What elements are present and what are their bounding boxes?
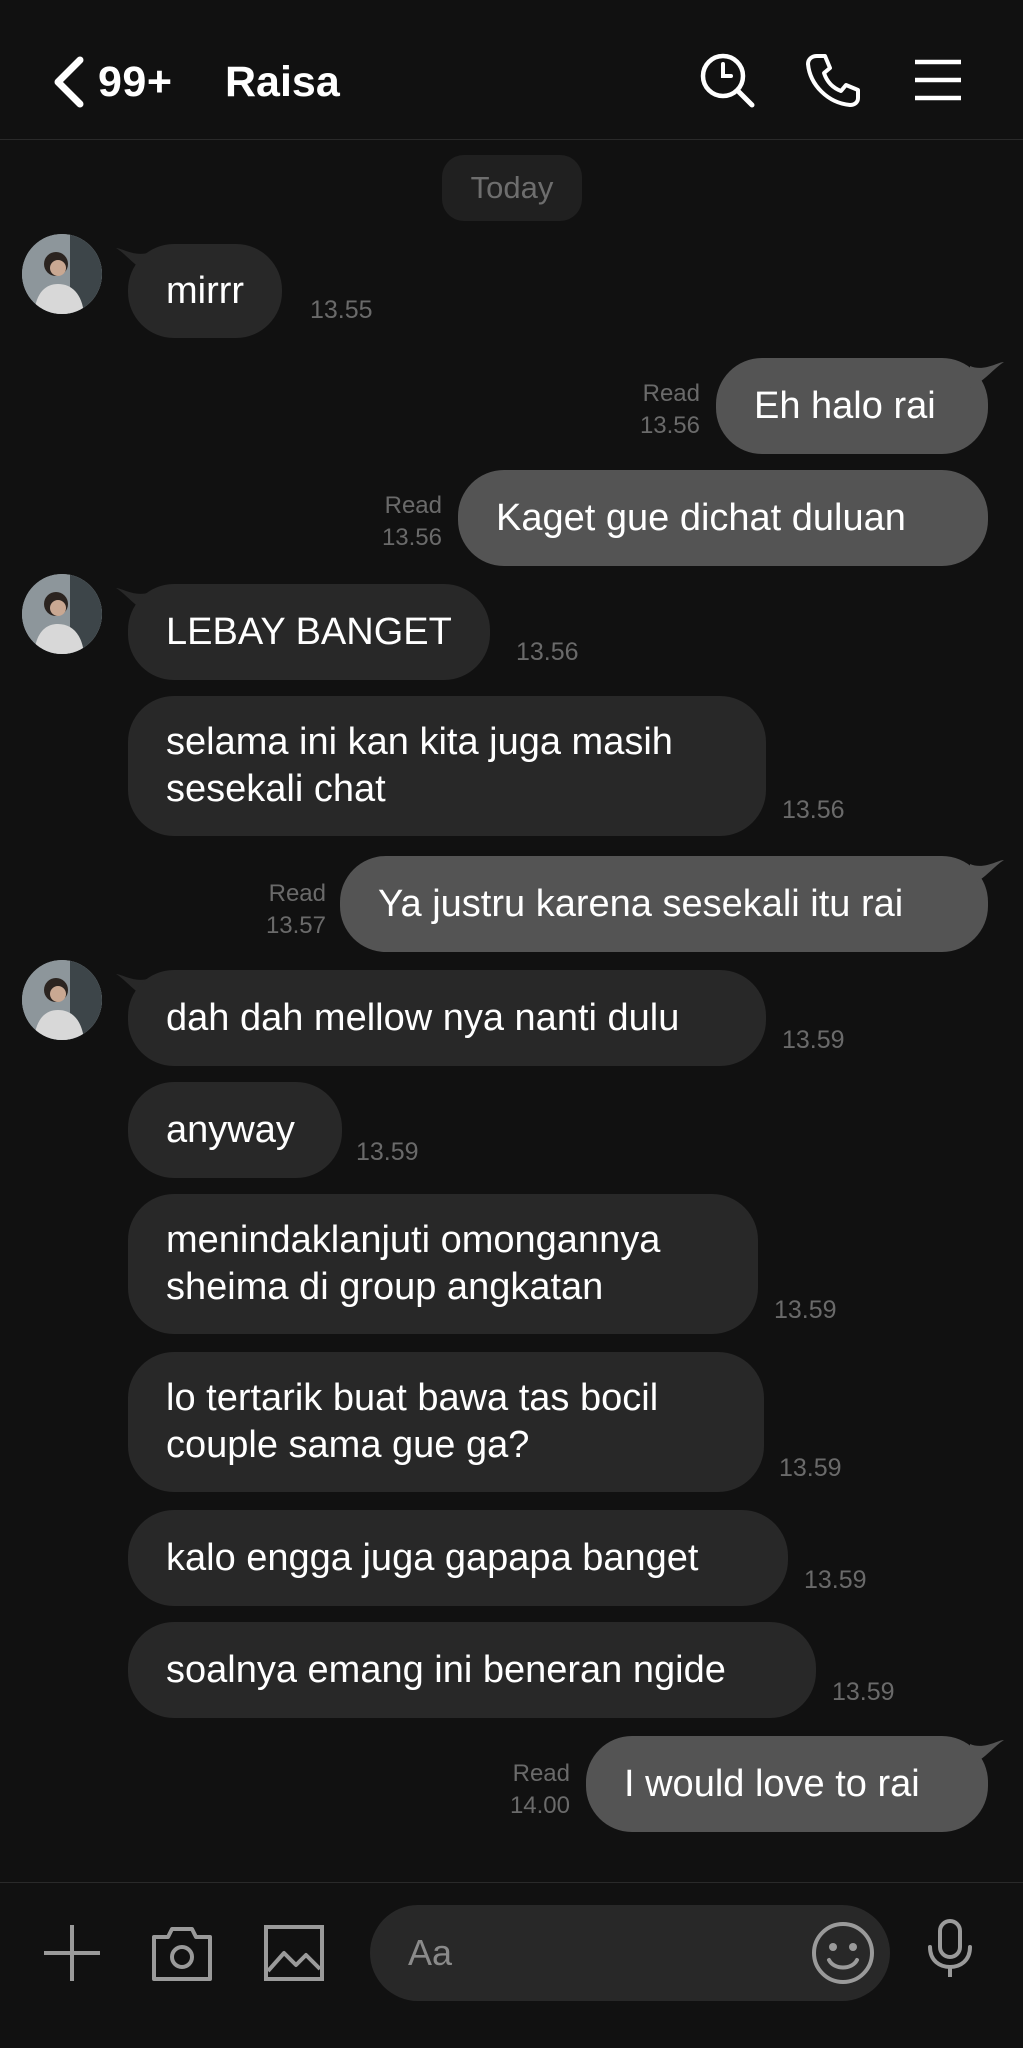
camera-button[interactable]	[150, 1921, 214, 1985]
avatar-image	[22, 960, 102, 1040]
date-separator: Today	[442, 155, 582, 221]
microphone-icon	[928, 1919, 972, 1977]
message-text: Ya justru karena sesekali itu rai	[378, 882, 904, 925]
message-time: 13.57	[265, 912, 326, 939]
read-label: Read	[268, 880, 326, 907]
message-time: 13.59	[782, 1026, 845, 1054]
add-button[interactable]	[40, 1921, 104, 1985]
chat-header: 99+ Raisa	[0, 0, 1023, 140]
call-button[interactable]	[803, 50, 863, 110]
message-bubble-incoming[interactable]: selama ini kan kita juga masih sesekali …	[128, 696, 766, 836]
read-receipt: Read 13.57	[246, 878, 326, 942]
message-text: I would love to rai	[624, 1762, 920, 1805]
back-button[interactable]: 99+	[48, 50, 198, 114]
read-label: Read	[642, 380, 700, 407]
message-input[interactable]	[408, 1905, 788, 2001]
contact-name[interactable]: Raisa	[225, 52, 340, 112]
read-receipt: Read 13.56	[362, 490, 442, 554]
message-bubble-incoming[interactable]: lo tertarik buat bawa tas bocil couple s…	[128, 1352, 764, 1492]
emoji-icon	[812, 1922, 874, 1984]
message-time: 13.59	[804, 1566, 867, 1594]
message-bubble-incoming[interactable]: LEBAY BANGET	[128, 584, 490, 680]
search-button[interactable]	[697, 50, 757, 110]
message-text: lo tertarik buat bawa tas bocil couple s…	[166, 1377, 659, 1466]
avatar[interactable]	[22, 234, 102, 314]
message-text: soalnya emang ini beneran ngide	[166, 1648, 726, 1691]
message-time: 13.56	[516, 638, 579, 666]
chevron-left-icon	[54, 56, 84, 108]
plus-icon	[44, 1925, 100, 1981]
message-text: kalo engga juga gapapa banget	[166, 1536, 699, 1579]
bubble-tail	[970, 860, 1004, 886]
message-bubble-incoming[interactable]: kalo engga juga gapapa banget	[128, 1510, 788, 1606]
message-time: 13.59	[774, 1296, 837, 1324]
message-input-container[interactable]	[370, 1905, 890, 2001]
message-bubble-outgoing[interactable]: Ya justru karena sesekali itu rai	[340, 856, 988, 952]
menu-button[interactable]	[908, 50, 968, 110]
message-time: 13.56	[381, 524, 442, 551]
message-text: LEBAY BANGET	[166, 610, 452, 653]
message-text: dah dah mellow nya nanti dulu	[166, 996, 680, 1039]
emoji-button[interactable]	[810, 1920, 876, 1986]
message-time: 13.55	[310, 296, 373, 324]
read-label: Read	[384, 492, 442, 519]
message-time: 13.56	[782, 796, 845, 824]
message-text: mirrr	[166, 269, 245, 312]
image-icon	[264, 1925, 324, 1981]
gallery-button[interactable]	[262, 1921, 326, 1985]
message-time: 14.00	[509, 1792, 570, 1819]
unread-count: 99+	[98, 57, 173, 106]
message-bubble-outgoing[interactable]: I would love to rai	[586, 1736, 988, 1832]
message-text: selama ini kan kita juga masih sesekali …	[166, 721, 673, 810]
message-time: 13.59	[779, 1454, 842, 1482]
message-text: menindaklanjuti omongannya sheima di gro…	[166, 1219, 661, 1308]
message-bubble-incoming[interactable]: mirrr	[128, 244, 283, 338]
read-receipt: Read 14.00	[490, 1758, 570, 1822]
message-text: anyway	[166, 1108, 295, 1151]
bubble-tail	[970, 1740, 1004, 1766]
avatar-image	[22, 234, 102, 314]
message-time: 13.56	[639, 412, 700, 439]
message-time: 13.59	[356, 1138, 419, 1166]
bubble-tail	[970, 362, 1004, 388]
avatar[interactable]	[22, 960, 102, 1040]
message-text: Eh halo rai	[754, 384, 936, 427]
message-bubble-incoming[interactable]: soalnya emang ini beneran ngide	[128, 1622, 816, 1718]
search-icon	[700, 53, 755, 108]
read-receipt: Read 13.56	[620, 378, 700, 442]
message-time: 13.59	[832, 1678, 895, 1706]
message-text: Kaget gue dichat duluan	[496, 496, 906, 539]
message-bubble-outgoing[interactable]: Kaget gue dichat duluan	[458, 470, 988, 566]
chat-screen: 99+ Raisa Today mirrr 13.55 Read 13.56 E…	[0, 0, 1023, 2048]
avatar[interactable]	[22, 574, 102, 654]
message-bubble-outgoing[interactable]: Eh halo rai	[716, 358, 988, 454]
camera-icon	[152, 1927, 212, 1981]
avatar-image	[22, 574, 102, 654]
read-label: Read	[512, 1760, 570, 1787]
message-bubble-incoming[interactable]: menindaklanjuti omongannya sheima di gro…	[128, 1194, 758, 1334]
menu-icon	[915, 59, 961, 101]
message-bubble-incoming[interactable]: dah dah mellow nya nanti dulu	[128, 970, 766, 1066]
phone-icon	[806, 54, 860, 107]
voice-button[interactable]	[918, 1917, 982, 1981]
message-bubble-incoming[interactable]: anyway	[128, 1082, 342, 1178]
